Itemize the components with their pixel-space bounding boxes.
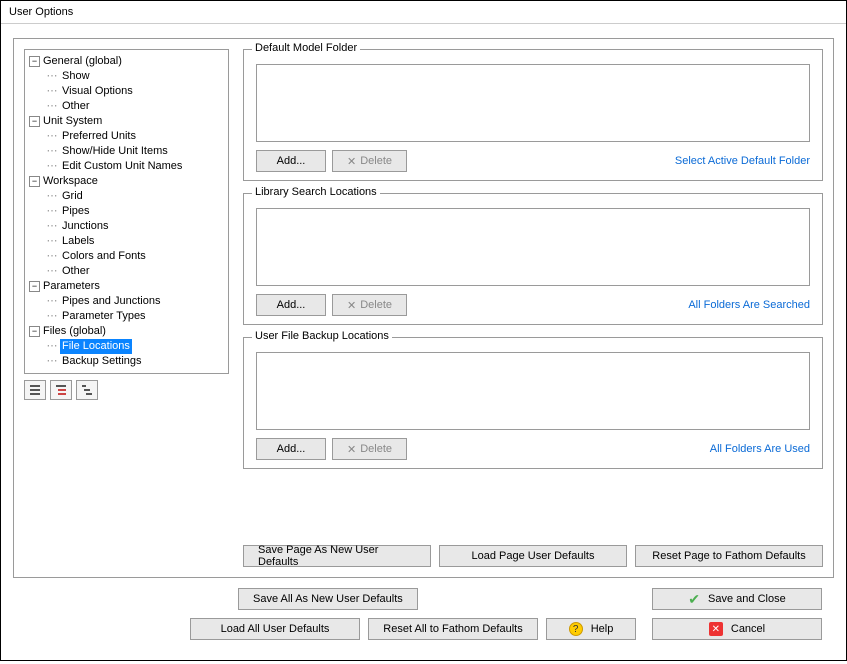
- tree-node-unit-system[interactable]: Unit System: [41, 114, 104, 129]
- load-all-defaults-button[interactable]: Load All User Defaults: [190, 618, 360, 640]
- load-page-defaults-button[interactable]: Load Page User Defaults: [439, 545, 627, 567]
- all-folders-searched-link[interactable]: All Folders Are Searched: [688, 299, 810, 311]
- expand-all-button[interactable]: [50, 380, 72, 400]
- tree-branch-icon: ⋯: [45, 129, 59, 144]
- tree-expander-unit-system[interactable]: −: [29, 116, 40, 127]
- cancel-icon: ✕: [709, 622, 723, 636]
- reset-all-defaults-button[interactable]: Reset All to Fathom Defaults: [368, 618, 538, 640]
- all-folders-used-link[interactable]: All Folders Are Used: [710, 443, 810, 455]
- main-panel: Default Model Folder Add... ✕Delete Sele…: [243, 49, 823, 567]
- options-tree[interactable]: − General (global) ⋯Show ⋯Visual Options…: [24, 49, 229, 374]
- page-buttons-row: Save Page As New User Defaults Load Page…: [243, 545, 823, 567]
- tree-branch-icon: ⋯: [45, 264, 59, 279]
- tree-toolbar: [24, 380, 229, 400]
- tree-node-visual-options[interactable]: Visual Options: [60, 84, 135, 99]
- add-library-folder-button[interactable]: Add...: [256, 294, 326, 316]
- tree-node-workspace[interactable]: Workspace: [41, 174, 100, 189]
- tree-node-grid[interactable]: Grid: [60, 189, 85, 204]
- tree-node-general[interactable]: General (global): [41, 54, 124, 69]
- tree-node-other-workspace[interactable]: Other: [60, 264, 92, 279]
- collapse-all-button[interactable]: [24, 380, 46, 400]
- dialog-content: − General (global) ⋯Show ⋯Visual Options…: [1, 24, 846, 664]
- user-options-dialog: User Options − General (global): [0, 0, 847, 661]
- tree-expander-workspace[interactable]: −: [29, 176, 40, 187]
- tree-branch-icon: ⋯: [45, 339, 59, 354]
- tree-branch-icon: ⋯: [45, 69, 59, 84]
- reset-page-defaults-button[interactable]: Reset Page to Fathom Defaults: [635, 545, 823, 567]
- help-icon: ?: [569, 622, 583, 636]
- tree-node-preferred-units[interactable]: Preferred Units: [60, 129, 138, 144]
- tree-branch-icon: ⋯: [45, 354, 59, 369]
- delete-x-icon: ✕: [347, 299, 356, 312]
- delete-backup-folder-button: ✕Delete: [332, 438, 407, 460]
- tree-branch-icon: ⋯: [45, 294, 59, 309]
- tree-node-labels[interactable]: Labels: [60, 234, 96, 249]
- tree-node-pipes-junctions[interactable]: Pipes and Junctions: [60, 294, 162, 309]
- collapse-icon: [29, 384, 41, 396]
- save-all-defaults-button[interactable]: Save All As New User Defaults: [238, 588, 418, 610]
- save-and-close-button[interactable]: ✔ Save and Close: [652, 588, 822, 610]
- library-search-list[interactable]: [256, 208, 810, 286]
- default-model-folder-group: Default Model Folder Add... ✕Delete Sele…: [243, 49, 823, 181]
- group-title: Default Model Folder: [252, 42, 360, 54]
- tree-node-showhide-units[interactable]: Show/Hide Unit Items: [60, 144, 170, 159]
- tree-node-colors-fonts[interactable]: Colors and Fonts: [60, 249, 148, 264]
- tree-expander-general[interactable]: −: [29, 56, 40, 67]
- tree-branch-icon: ⋯: [45, 219, 59, 234]
- expand-icon: [55, 384, 67, 396]
- user-file-backup-locations-group: User File Backup Locations Add... ✕Delet…: [243, 337, 823, 469]
- tree-view-button[interactable]: [76, 380, 98, 400]
- tree-expander-parameters[interactable]: −: [29, 281, 40, 292]
- delete-default-folder-button: ✕Delete: [332, 150, 407, 172]
- group-title: Library Search Locations: [252, 186, 380, 198]
- select-active-default-folder-link[interactable]: Select Active Default Folder: [675, 155, 810, 167]
- tree-node-show[interactable]: Show: [60, 69, 92, 84]
- delete-x-icon: ✕: [347, 443, 356, 456]
- tree-node-pipes[interactable]: Pipes: [60, 204, 92, 219]
- tree-branch-icon: ⋯: [45, 189, 59, 204]
- add-backup-folder-button[interactable]: Add...: [256, 438, 326, 460]
- tree-icon: [81, 384, 93, 396]
- tree-node-backup-settings[interactable]: Backup Settings: [60, 354, 144, 369]
- default-model-folder-list[interactable]: [256, 64, 810, 142]
- library-search-locations-group: Library Search Locations Add... ✕Delete …: [243, 193, 823, 325]
- dialog-title: User Options: [1, 1, 846, 23]
- tree-branch-icon: ⋯: [45, 159, 59, 174]
- tree-branch-icon: ⋯: [45, 99, 59, 114]
- tree-branch-icon: ⋯: [45, 204, 59, 219]
- group-title: User File Backup Locations: [252, 330, 392, 342]
- tree-expander-files[interactable]: −: [29, 326, 40, 337]
- tree-node-other-general[interactable]: Other: [60, 99, 92, 114]
- add-default-folder-button[interactable]: Add...: [256, 150, 326, 172]
- tree-branch-icon: ⋯: [45, 309, 59, 324]
- tree-node-edit-custom-units[interactable]: Edit Custom Unit Names: [60, 159, 184, 174]
- footer: Save All As New User Defaults ✔ Save and…: [13, 578, 834, 654]
- tree-node-junctions[interactable]: Junctions: [60, 219, 110, 234]
- tree-branch-icon: ⋯: [45, 249, 59, 264]
- backup-locations-list[interactable]: [256, 352, 810, 430]
- tree-node-parameter-types[interactable]: Parameter Types: [60, 309, 148, 324]
- tree-branch-icon: ⋯: [45, 144, 59, 159]
- tree-branch-icon: ⋯: [45, 84, 59, 99]
- content-frame: − General (global) ⋯Show ⋯Visual Options…: [13, 38, 834, 578]
- delete-library-folder-button: ✕Delete: [332, 294, 407, 316]
- help-button[interactable]: ? Help: [546, 618, 636, 640]
- save-page-defaults-button[interactable]: Save Page As New User Defaults: [243, 545, 431, 567]
- tree-node-files[interactable]: Files (global): [41, 324, 108, 339]
- delete-x-icon: ✕: [347, 155, 356, 168]
- tree-branch-icon: ⋯: [45, 234, 59, 249]
- cancel-button[interactable]: ✕ Cancel: [652, 618, 822, 640]
- check-icon: ✔: [688, 591, 700, 608]
- tree-node-file-locations[interactable]: File Locations: [60, 339, 132, 354]
- tree-node-parameters[interactable]: Parameters: [41, 279, 102, 294]
